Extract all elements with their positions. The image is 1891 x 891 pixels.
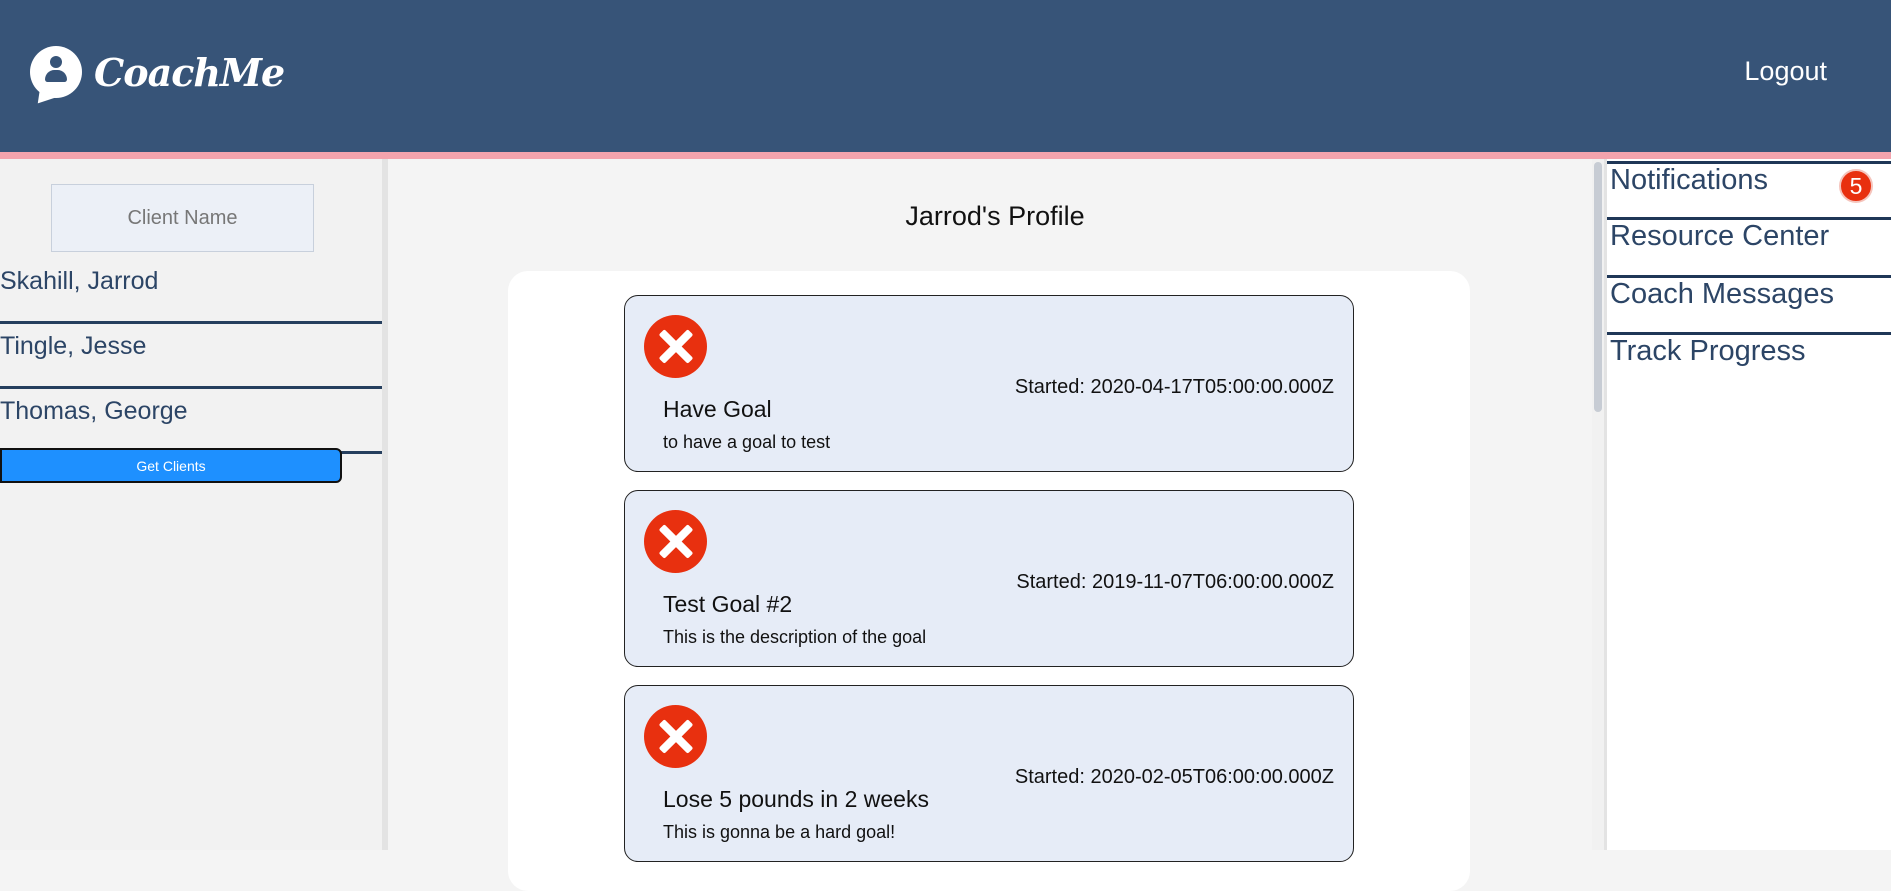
client-item-tingle-jesse[interactable]: Tingle, Jesse [0,324,382,389]
brand-name: CoachMe [94,49,285,95]
goal-description: to have a goal to test [663,432,831,452]
client-item-thomas-george[interactable]: Thomas, George [0,389,382,454]
goal-description: This is gonna be a hard goal! [663,822,896,842]
goal-description: This is the description of the goal [663,627,927,647]
goal-start-date: Started: 2019-11-07T06:00:00.000Z [1016,571,1334,593]
nav-item-label: Notifications [1610,164,1768,196]
nav-item-track-progress[interactable]: Track Progress [1607,332,1891,388]
client-name-input[interactable] [51,184,314,252]
get-clients-button[interactable]: Get Clients [0,448,342,483]
nav-item-coach-messages[interactable]: Coach Messages [1607,275,1891,331]
client-item-skahill-jarrod[interactable]: Skahill, Jarrod [0,259,382,324]
nav-item-label: Coach Messages [1610,278,1835,310]
main-scrollbar[interactable] [1592,159,1604,850]
nav-item-notifications[interactable]: Notifications 5 [1607,161,1891,217]
right-nav: Notifications 5 Resource Center Coach Me… [1607,159,1891,850]
goal-title: Test Goal #2 [663,591,793,617]
scrollbar-thumb[interactable] [1594,162,1602,412]
coachme-logo[interactable]: CoachMe [30,46,285,98]
nav-item-label: Track Progress [1610,335,1806,367]
goal-start-date: Started: 2020-02-05T06:00:00.000Z [1014,766,1334,788]
close-circle-icon[interactable] [644,510,707,573]
logout-link[interactable]: Logout [1744,56,1827,87]
close-circle-icon[interactable] [644,315,707,378]
nav-item-resource-center[interactable]: Resource Center [1607,217,1891,273]
goal-card: Started: 2019-11-07T06:00:00.000Z Test G… [624,490,1354,667]
goal-card: Started: 2020-04-17T05:00:00.000Z Have G… [624,295,1354,472]
goal-title: Lose 5 pounds in 2 weeks [663,786,929,812]
goal-start-date: Started: 2020-04-17T05:00:00.000Z [1014,376,1334,398]
user-head-shape [50,56,62,68]
goals-panel: Started: 2020-04-17T05:00:00.000Z Have G… [508,271,1470,891]
client-sidebar: Skahill, Jarrod Tingle, Jesse Thomas, Ge… [0,159,382,850]
header-accent-stripe [0,152,1891,159]
user-body-shape [45,70,67,82]
top-header: CoachMe Logout [0,0,1891,152]
notification-count-badge: 5 [1839,169,1873,203]
client-list: Skahill, Jarrod Tingle, Jesse Thomas, Ge… [0,259,382,454]
chat-user-icon [30,46,82,98]
nav-item-label: Resource Center [1610,220,1830,252]
goal-title: Have Goal [663,396,772,422]
profile-main: Jarrod's Profile Started: 2020-04-17T05:… [388,159,1602,891]
goal-card: Started: 2020-02-05T06:00:00.000Z Lose 5… [624,685,1354,862]
page-title: Jarrod's Profile [905,201,1085,231]
close-circle-icon[interactable] [644,705,707,768]
